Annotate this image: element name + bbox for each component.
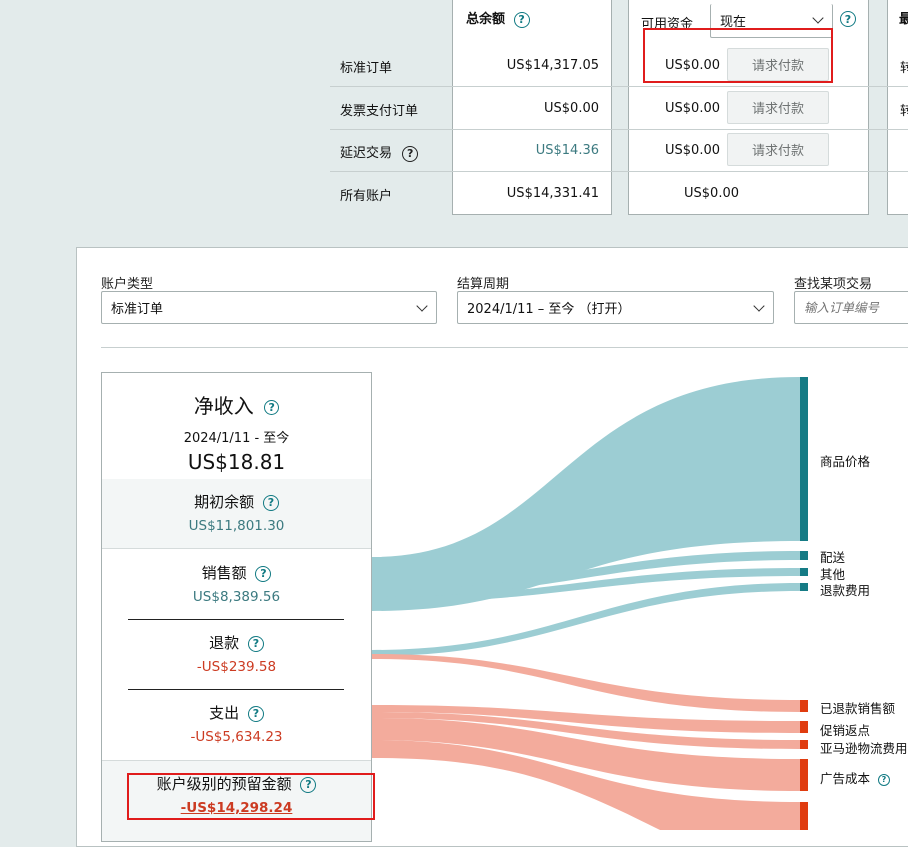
node-ad-cost bbox=[800, 759, 808, 791]
node-promo-rebate bbox=[800, 721, 808, 733]
node-more bbox=[800, 802, 808, 830]
label-refunded-sales: 已退款销售额 bbox=[820, 701, 896, 716]
label-ad-cost: 广告成本 ? bbox=[820, 768, 890, 787]
help-icon[interactable]: ? bbox=[878, 773, 890, 786]
node-refunded-sales bbox=[800, 700, 808, 712]
label-product-price: 商品价格 bbox=[820, 454, 871, 469]
node-shipping bbox=[800, 551, 808, 560]
flow-refunded-sales bbox=[372, 654, 800, 712]
node-product-price bbox=[800, 377, 808, 541]
label-refund-fee: 退款费用 bbox=[820, 583, 871, 598]
node-refund-fee bbox=[800, 583, 808, 591]
label-promo-rebate: 促销返点 bbox=[820, 723, 871, 738]
node-amazon-logistics bbox=[800, 740, 808, 749]
flow-diagram bbox=[372, 377, 808, 830]
node-other bbox=[800, 568, 808, 576]
label-amazon-logistics: 亚马逊物流费用 bbox=[820, 741, 908, 756]
